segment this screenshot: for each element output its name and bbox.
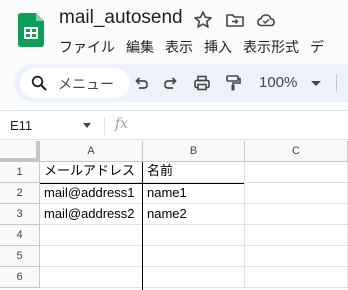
row-header-1[interactable]: 1 xyxy=(0,162,40,183)
sheets-logo-icon[interactable] xyxy=(18,13,44,47)
search-icon xyxy=(31,75,47,91)
cell-c6[interactable] xyxy=(245,267,348,288)
cell-b2[interactable]: name1 xyxy=(143,183,245,204)
row-header-2[interactable]: 2 xyxy=(0,183,40,204)
cell-b4[interactable] xyxy=(143,225,245,246)
cell-b5[interactable] xyxy=(143,246,245,267)
menu-edit[interactable]: 編集 xyxy=(126,37,154,57)
row-header-6[interactable]: 6 xyxy=(0,267,40,288)
menu-format[interactable]: 表示形式 xyxy=(243,37,299,57)
cell-a5[interactable] xyxy=(40,246,143,267)
cell-a2[interactable]: mail@address1 xyxy=(40,183,143,204)
menu-bar: ファイル 編集 表示 挿入 表示形式 デ xyxy=(59,37,335,57)
cell-b3[interactable]: name2 xyxy=(143,204,245,225)
select-all-corner[interactable] xyxy=(0,141,40,162)
row-header-3[interactable]: 3 xyxy=(0,204,40,225)
cloud-saved-icon[interactable] xyxy=(256,10,276,30)
menu-search-box[interactable]: メニュー xyxy=(20,68,130,98)
cell-c4[interactable] xyxy=(245,225,348,246)
menu-insert[interactable]: 挿入 xyxy=(204,37,232,57)
cell-b1[interactable]: 名前 xyxy=(143,162,245,183)
column-header-a[interactable]: A xyxy=(40,141,143,162)
menu-file[interactable]: ファイル xyxy=(59,37,115,57)
name-box[interactable]: E11 xyxy=(10,118,32,133)
move-to-folder-icon[interactable] xyxy=(225,10,245,30)
fx-icon: fx xyxy=(115,116,129,132)
chevron-down-icon[interactable] xyxy=(83,123,91,128)
cell-c3[interactable] xyxy=(245,204,348,225)
chevron-down-icon[interactable] xyxy=(311,81,321,86)
column-header-b[interactable]: B xyxy=(143,141,245,162)
zoom-select[interactable]: 100% xyxy=(259,74,297,91)
menu-search-label: メニュー xyxy=(58,77,114,93)
toolbar: メニュー 100% xyxy=(14,64,348,102)
spreadsheet-grid: A B C 1 2 3 4 5 6 メールアドレス 名前 mail@addres… xyxy=(0,141,348,290)
title-bar: mail_autosend ファイル 編集 表示 挿入 表示形式 デ xyxy=(0,0,348,64)
star-icon[interactable] xyxy=(193,10,213,30)
column-a-border xyxy=(142,162,143,290)
row-header-5[interactable]: 5 xyxy=(0,246,40,267)
print-icon[interactable] xyxy=(193,74,211,92)
undo-icon[interactable] xyxy=(132,74,150,92)
cell-a1[interactable]: メールアドレス xyxy=(40,162,143,183)
cell-c5[interactable] xyxy=(245,246,348,267)
cell-b6[interactable] xyxy=(143,267,245,288)
formula-bar: E11 fx xyxy=(0,110,348,140)
cell-a3[interactable]: mail@address2 xyxy=(40,204,143,225)
redo-icon[interactable] xyxy=(162,74,180,92)
menu-view[interactable]: 表示 xyxy=(165,37,193,57)
row-header-4[interactable]: 4 xyxy=(0,225,40,246)
menu-data[interactable]: デ xyxy=(310,37,324,57)
document-title[interactable]: mail_autosend xyxy=(59,7,183,29)
cell-a4[interactable] xyxy=(40,225,143,246)
cell-a6[interactable] xyxy=(40,267,143,288)
toolbar-divider xyxy=(336,74,337,92)
formula-bar-divider xyxy=(104,117,105,135)
cell-c1[interactable] xyxy=(245,162,348,183)
column-header-c[interactable]: C xyxy=(245,141,348,162)
paint-format-icon[interactable] xyxy=(224,74,242,92)
cell-c2[interactable] xyxy=(245,183,348,204)
